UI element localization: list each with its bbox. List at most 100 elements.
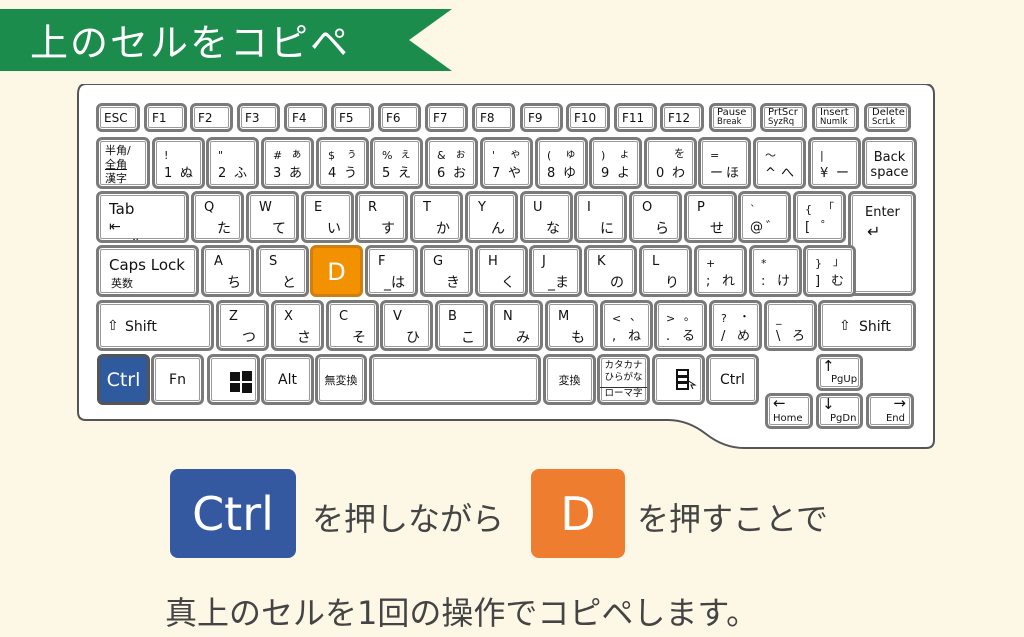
key-z-row-extra-1[interactable]: > 。. る: [654, 300, 707, 351]
key-tab[interactable]: Tab ⇤ ⇥: [96, 191, 189, 243]
key-number-^[interactable]: ～ ^ へ: [753, 137, 806, 189]
key-label: Z: [229, 309, 238, 324]
key-number-ー[interactable]: = ーほ: [698, 137, 751, 189]
key-p[interactable]: Pせ: [684, 191, 737, 243]
key-z-row-extra-3[interactable]: _ \ ろ: [764, 300, 817, 351]
key-i[interactable]: Iに: [574, 191, 627, 243]
key-number-2[interactable]: " 2 ふ: [206, 137, 259, 189]
key-number-9[interactable]: ) ょ 9 よ: [589, 137, 642, 189]
key-ctrl-right[interactable]: Ctrl: [706, 354, 759, 405]
key-q[interactable]: Qた: [191, 191, 244, 243]
key-a[interactable]: Aち: [201, 245, 254, 297]
key-c[interactable]: Cそ: [326, 300, 379, 351]
key-hankaku-zenkaku[interactable]: 半角/全角 漢字: [96, 137, 150, 189]
key-label: を: [674, 147, 685, 160]
key-v[interactable]: Vひ: [380, 300, 433, 351]
key-z-row-extra-2[interactable]: ? ・ / め: [709, 300, 762, 351]
key-s[interactable]: Sと: [256, 245, 309, 297]
key-g[interactable]: Gき: [420, 245, 473, 297]
key-f12[interactable]: F12: [660, 103, 704, 132]
key-esc[interactable]: ESC: [96, 103, 140, 132]
key-number-8[interactable]: (ゅ 8 ゆ: [535, 137, 588, 189]
key-number-6[interactable]: & ぉ 6 お: [425, 137, 478, 189]
key-j[interactable]: J _ま: [529, 245, 582, 297]
key-shift-right[interactable]: Shift ⇧: [818, 300, 916, 351]
key-q-row-extra-1[interactable]: {「 [゜: [793, 191, 846, 243]
key-label: 」: [833, 255, 844, 268]
key-number-¥[interactable]: | ¥ ー: [808, 137, 861, 189]
arrow-left-icon: ←: [773, 394, 786, 412]
key-ctrl-left[interactable]: Ctrl: [97, 354, 150, 405]
key-space[interactable]: [369, 354, 541, 405]
key-y[interactable]: Yん: [465, 191, 518, 243]
key-f4[interactable]: F4: [284, 103, 327, 132]
key-q-row-extra-0[interactable]: ` @ ゛: [738, 191, 791, 243]
key-z[interactable]: Zつ: [216, 300, 269, 351]
key-f8[interactable]: F8: [472, 103, 515, 132]
key-label: F4: [292, 111, 307, 125]
key-label: ": [218, 149, 224, 162]
key-number-0[interactable]: を0わ: [644, 137, 697, 189]
key-menu[interactable]: [652, 354, 705, 405]
key-henkan[interactable]: 変換: [543, 354, 596, 405]
key-z-row-extra-0[interactable]: < 、, ね: [600, 300, 653, 351]
key-x[interactable]: Xさ: [271, 300, 324, 351]
key-kana[interactable]: カタカナ ひらがな ローマ字: [597, 354, 650, 405]
key-label: F2: [198, 111, 213, 125]
key-label: ローマ字: [600, 387, 647, 399]
key-label: 9: [601, 166, 610, 181]
key-f7[interactable]: F7: [425, 103, 468, 132]
key-label: F8: [480, 111, 495, 125]
key-f2[interactable]: F2: [190, 103, 233, 132]
key-backspace[interactable]: Back space: [862, 137, 917, 189]
key-t[interactable]: Tか: [410, 191, 463, 243]
key-f3[interactable]: F3: [237, 103, 280, 132]
key-insert[interactable]: Insert Numlk: [812, 103, 859, 132]
key-muhenkan[interactable]: 無変換: [315, 354, 367, 405]
key-f10[interactable]: F10: [566, 103, 610, 132]
key-a-row-extra-0[interactable]: +; れ: [694, 245, 747, 297]
key-e[interactable]: Eい: [301, 191, 354, 243]
key-f11[interactable]: F11: [614, 103, 657, 132]
key-fn[interactable]: Fn: [151, 354, 204, 405]
key-k[interactable]: Kの: [584, 245, 637, 297]
key-o[interactable]: Oら: [629, 191, 682, 243]
key-number-4[interactable]: $ ぅ 4 う: [316, 137, 369, 189]
key-pause[interactable]: Pause Break: [709, 103, 756, 132]
key-home[interactable]: ← Home: [765, 393, 813, 429]
key-label: こ: [461, 330, 475, 346]
key-a-row-extra-2[interactable]: } 」] む: [803, 245, 856, 297]
key-m[interactable]: Mも: [545, 300, 598, 351]
key-b[interactable]: Bこ: [435, 300, 488, 351]
key-enter[interactable]: Enter ↵: [848, 191, 916, 296]
key-pgdn[interactable]: ↓ PgDn: [816, 393, 863, 429]
key-number-3[interactable]: # ぁ 3 あ: [261, 137, 314, 189]
key-r[interactable]: Rす: [355, 191, 408, 243]
key-caps-lock[interactable]: Caps Lock 英数: [96, 245, 199, 297]
key-u[interactable]: Uな: [520, 191, 573, 243]
key-f[interactable]: F _は: [365, 245, 418, 297]
key-label: {: [805, 203, 812, 216]
key-shift-left[interactable]: Shift ⇧: [96, 300, 214, 351]
key-h[interactable]: Hく: [475, 245, 528, 297]
key-alt[interactable]: Alt: [261, 354, 314, 405]
key-f9[interactable]: F9: [520, 103, 563, 132]
key-end[interactable]: → End: [866, 393, 914, 429]
key-f1[interactable]: F1: [144, 103, 187, 132]
key-f5[interactable]: F5: [331, 103, 374, 132]
key-n[interactable]: Nみ: [490, 300, 543, 351]
key-l[interactable]: Lり: [639, 245, 692, 297]
key-w[interactable]: Wて: [246, 191, 299, 243]
shift-arrow-icon: ⇧: [839, 318, 851, 334]
key-number-5[interactable]: % ぇ 5 え: [370, 137, 423, 189]
key-d[interactable]: D: [310, 245, 363, 297]
key-number-1[interactable]: ! 1 ぬ: [152, 137, 205, 189]
key-windows[interactable]: [207, 354, 260, 405]
key-delete[interactable]: Delete ScrLk: [864, 103, 911, 132]
key-f6[interactable]: F6: [378, 103, 421, 132]
arrow-up-icon: ↑: [822, 357, 835, 375]
key-number-7[interactable]: ' ゃ 7 や: [480, 137, 533, 189]
key-prtscr[interactable]: PrtScr SyzRq: [760, 103, 807, 132]
key-pgup[interactable]: ↑ PgUp: [816, 354, 863, 391]
key-a-row-extra-1[interactable]: *: け: [749, 245, 802, 297]
